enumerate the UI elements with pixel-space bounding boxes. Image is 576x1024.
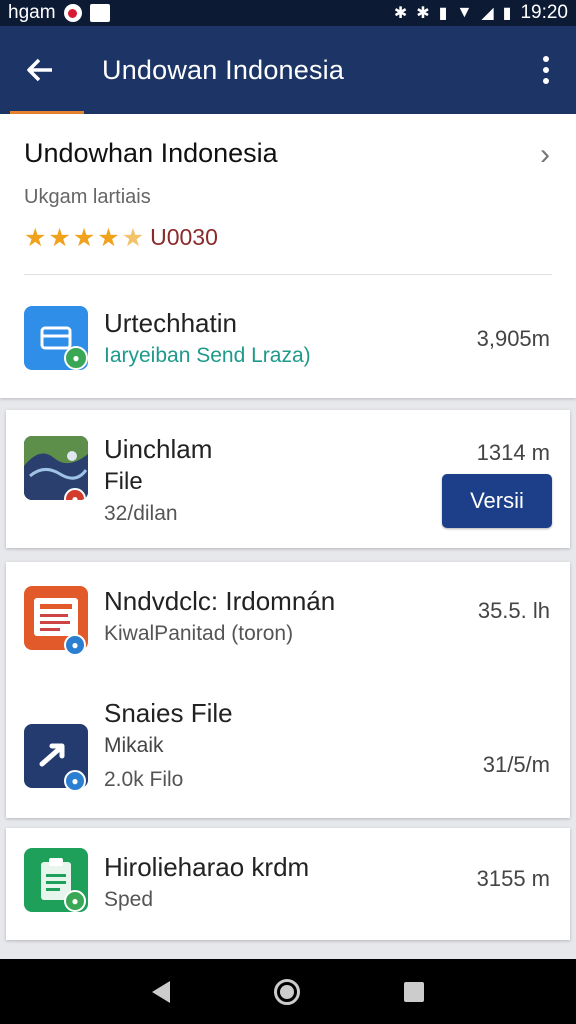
more-vert-icon [543,56,549,62]
status-left-text: hgam [8,2,56,23]
list-item[interactable]: ● Nndvdclc: Irdomnán KiwalPanitad (toron… [6,562,570,682]
document-red-icon: ● [24,586,88,656]
item-subtitle: Iaryeiban Send Lraza) [104,344,311,367]
item-title: Urtechhatin [104,308,237,338]
star-icon: ★ [72,223,96,252]
item-title-line2: File [104,468,143,495]
item-size: 31/5/m [482,752,550,777]
map-thumbnail-icon: ● [24,436,88,500]
item-title: Snaies File [104,698,233,728]
item-subtitle-line2: 2.0k Filo [104,768,184,791]
navigation-bar [0,959,576,1024]
nav-recents-icon[interactable] [404,981,424,1002]
star-icon: ★ [97,223,120,252]
nav-home-icon[interactable] [274,978,300,1005]
item-title: Nndvdclc: Irdomnán [104,586,336,616]
item-size: 3155 m [476,866,550,891]
bluetooth-2-icon: ✱ [416,5,430,22]
signal-icon: ◢ [481,5,494,22]
list-card: ● Nndvdclc: Irdomnán KiwalPanitad (toron… [6,562,570,818]
item-title: Hirolieharao krdm [104,852,310,882]
clipboard-icon: ● [24,848,88,912]
back-arrow-icon [27,58,52,82]
star-icon: ★ [24,223,47,252]
back-button[interactable] [0,26,80,114]
star-icon: ★ [48,223,71,252]
status-bar: hgam ✱ ✱ ▮ ▼ ◢ ▮ 19:20 [0,0,576,26]
header-card: Undowhan Indonesia › Ukgam lartiais ★ ★ … [0,114,576,398]
app-bar: Undowan Indonesia [0,26,576,114]
badge-icon: ● [64,890,86,912]
badge-icon: ● [64,770,86,792]
item-title: Uinchlam [104,434,213,464]
wifi-icon: ▼ [456,4,473,21]
app-bar-title: Undowan Indonesia [102,54,345,85]
item-subtitle: KiwalPanitad (toron) [104,622,294,645]
check-badge-icon: ● [64,346,88,370]
header-subtitle: Ukgam lartiais [24,186,151,208]
rating: ★ ★ ★ ★ ★ U0030 [24,224,218,251]
item-subtitle: Mikaik [104,734,164,757]
list-item[interactable]: ● Snaies File Mikaik 2.0k Filo 31/5/m [6,688,570,818]
vibrate-icon: ▮ [438,5,448,22]
version-button[interactable]: Versii [442,474,552,528]
chevron-right-icon[interactable]: › [540,138,550,172]
item-size: 1314 m [476,440,550,465]
share-arrow-icon: ● [24,724,88,792]
header-title[interactable]: Undowhan Indonesia [24,138,278,169]
list-item-card[interactable]: ● Hirolieharao krdm Sped 3155 m [6,828,570,940]
star-half-icon: ★ [121,223,145,252]
status-time: 19:20 [520,2,568,23]
item-subtitle: Sped [104,888,154,911]
more-options-button[interactable] [516,26,576,114]
notification-app-icon [89,4,110,22]
rating-text: U0030 [150,224,218,250]
nav-back-icon[interactable] [152,980,170,1003]
item-size: 3,905m [476,326,550,351]
badge-icon: ● [64,634,86,656]
divider [24,274,552,275]
item-size: 35.5. lh [477,598,550,623]
battery-icon: ▮ [502,5,512,22]
mail-box-icon: ● [24,306,88,370]
notification-dot-icon [63,4,82,22]
item-subtitle: 32/dilan [104,502,178,525]
bluetooth-icon: ✱ [393,5,408,22]
list-item[interactable]: ● Urtechhatin Iaryeiban Send Lraza) 3,90… [0,292,576,392]
rating-stars: ★ ★ ★ ★ ★ [24,225,144,251]
